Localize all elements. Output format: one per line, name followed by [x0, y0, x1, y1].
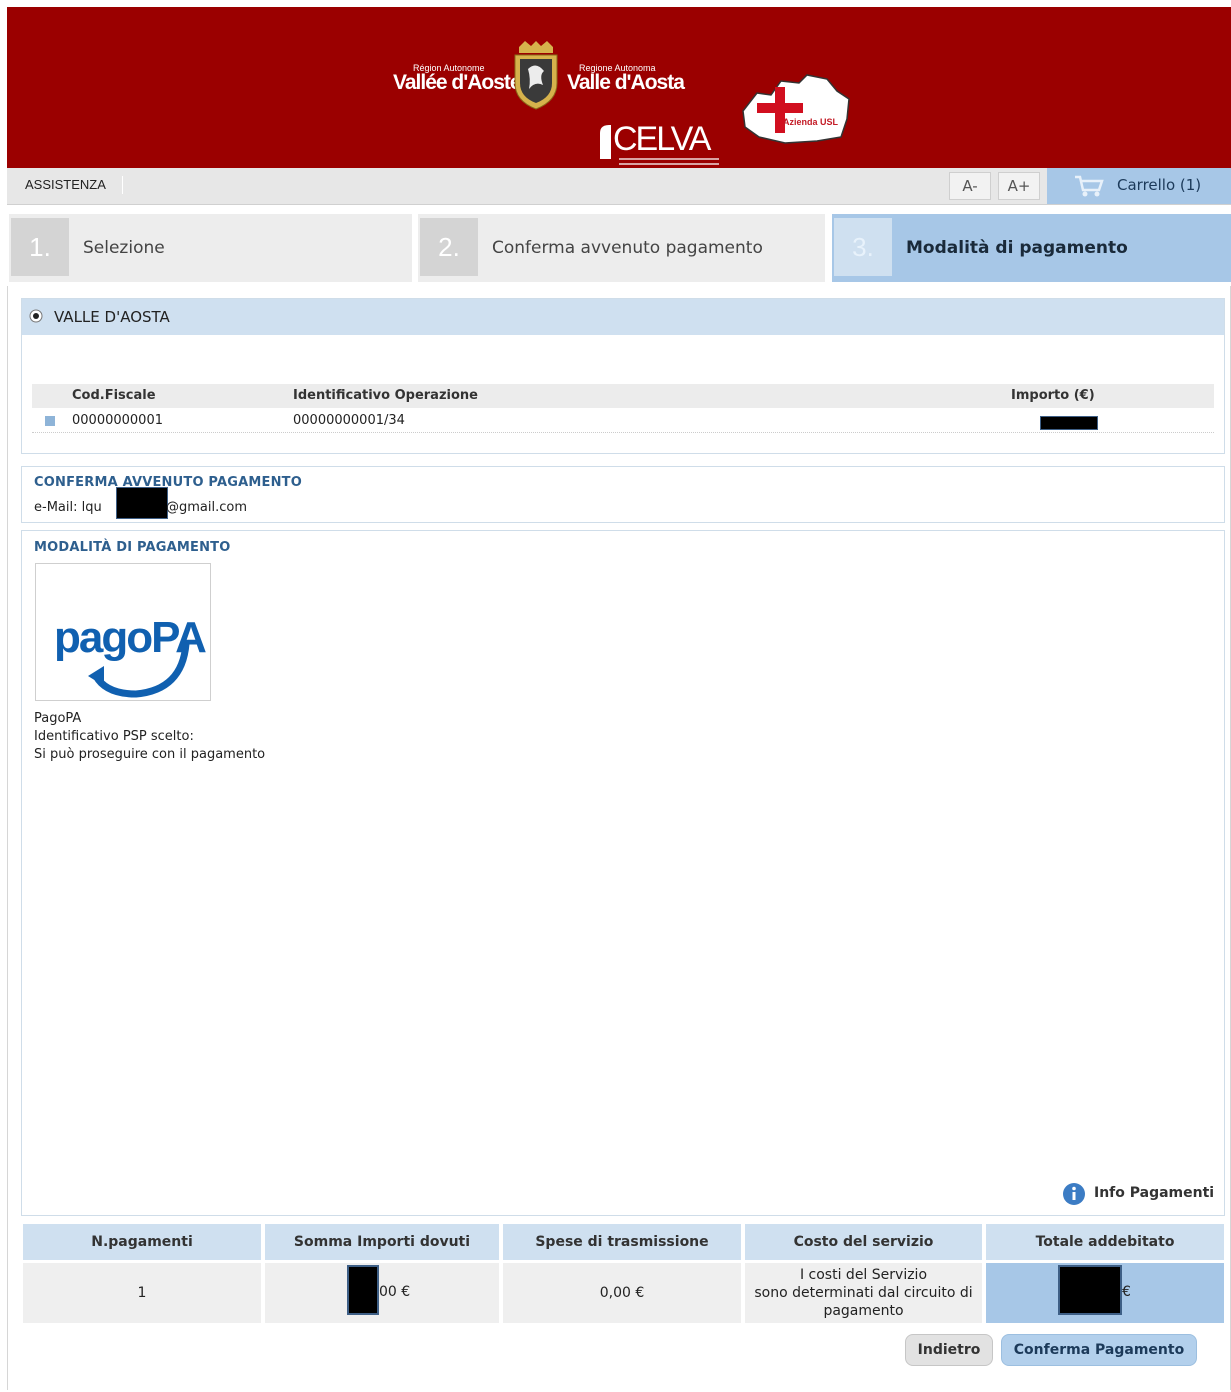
summary-header: Totale addebitato	[986, 1224, 1224, 1260]
header-banner: Région Autonome Vallée d'Aoste Regione A…	[7, 7, 1231, 168]
logo-group: Région Autonome Vallée d'Aoste Regione A…	[387, 35, 857, 170]
step-number: 3.	[834, 218, 892, 276]
entity-header: VALLE D'AOSTA	[22, 299, 1224, 335]
service-cost-cell: I costi del Servizio sono determinati da…	[745, 1263, 982, 1323]
total-redacted	[1058, 1265, 1122, 1315]
step-selection: 1. Selezione	[9, 214, 412, 282]
entity-panel: VALLE D'AOSTA Cod.Fiscale Identificativo…	[21, 298, 1225, 454]
sum-redacted	[347, 1265, 379, 1315]
cod-fiscale-cell: 00000000001	[72, 413, 163, 428]
operation-id-cell: 00000000001/34	[293, 413, 405, 428]
summary-header: N.pagamenti	[23, 1224, 261, 1260]
font-decrease-button[interactable]: A-	[949, 172, 991, 200]
logo-right: Valle d'Aosta	[567, 71, 685, 94]
pagopa-option[interactable]: pagoPA	[35, 563, 211, 701]
proceed-note: Si può proseguire con il pagamento	[34, 747, 266, 762]
email-suffix: @gmail.com	[166, 500, 248, 515]
info-icon	[1063, 1183, 1085, 1205]
step-number: 2.	[420, 218, 478, 276]
step-label: Conferma avvenuto pagamento	[492, 238, 763, 258]
font-increase-button[interactable]: A+	[998, 172, 1040, 200]
table-row: 00000000001 00000000001/34	[32, 410, 1214, 433]
sum-value: 00 €	[379, 1284, 411, 1300]
confirm-panel: CONFERMA AVVENUTO PAGAMENTO e-Mail: lqu …	[21, 466, 1225, 523]
cart-icon	[1075, 175, 1104, 197]
column-header: Importo (€)	[1011, 388, 1095, 403]
column-header: Cod.Fiscale	[72, 388, 156, 403]
n-payments-cell: 1	[23, 1263, 261, 1323]
summary-header: Spese di trasmissione	[503, 1224, 741, 1260]
celva-mark-icon	[600, 125, 611, 159]
summary-header: Somma Importi dovuti	[265, 1224, 499, 1260]
usl-logo-icon	[742, 74, 850, 144]
assistance-link[interactable]: ASSISTENZA	[25, 177, 106, 192]
radio-selected-icon[interactable]	[29, 309, 43, 323]
service-cost-line: sono determinati dal circuito di	[754, 1285, 973, 1301]
logo-celva: CELVA	[613, 120, 711, 158]
row-marker-icon	[45, 416, 55, 426]
step-number: 1.	[11, 218, 69, 276]
email-redacted	[116, 487, 168, 519]
amount-redacted	[1040, 416, 1098, 430]
transmission-cell: 0,00 €	[503, 1263, 741, 1323]
sum-cell: 00 €	[265, 1263, 499, 1323]
step-confirm-payment: 2. Conferma avvenuto pagamento	[418, 214, 825, 282]
logo-usl: Azienda USL	[783, 117, 839, 127]
entity-name: VALLE D'AOSTA	[54, 308, 170, 326]
payment-method-name: PagoPA	[34, 711, 82, 726]
logo-left: Vallée d'Aoste	[393, 71, 522, 94]
pagopa-logo-icon: pagoPA	[54, 613, 208, 698]
top-bar: ASSISTENZA A- A+ Carrello (1)	[7, 168, 1231, 205]
info-payments-label: Info Pagamenti	[1094, 1185, 1215, 1201]
email-prefix: e-Mail: lqu	[34, 500, 102, 515]
celva-subline	[619, 158, 719, 160]
entity-table-header: Cod.Fiscale Identificativo Operazione Im…	[32, 384, 1214, 408]
step-label: Selezione	[83, 238, 165, 258]
payment-method-panel: MODALITÀ DI PAGAMENTO pagoPA PagoPA Iden…	[21, 530, 1225, 1216]
confirm-payment-button[interactable]: Conferma Pagamento	[1001, 1334, 1197, 1366]
total-value: €	[1122, 1284, 1131, 1300]
divider	[122, 176, 123, 194]
total-cell: €	[986, 1263, 1224, 1323]
column-header: Identificativo Operazione	[293, 388, 478, 403]
back-button[interactable]: Indietro	[905, 1334, 993, 1366]
cart-label: Carrello (1)	[1117, 176, 1202, 194]
payment-method-title: MODALITÀ DI PAGAMENTO	[34, 540, 231, 555]
summary-header: Costo del servizio	[745, 1224, 982, 1260]
step-label: Modalità di pagamento	[906, 238, 1128, 258]
psp-label: Identificativo PSP scelto:	[34, 729, 194, 744]
coat-of-arms-icon	[514, 41, 558, 110]
step-payment-method: 3. Modalità di pagamento	[832, 214, 1231, 282]
service-cost-line: I costi del Servizio	[799, 1267, 928, 1283]
service-cost-line: pagamento	[823, 1303, 904, 1319]
celva-subline	[619, 163, 719, 165]
cart-button[interactable]: Carrello (1)	[1047, 168, 1231, 204]
